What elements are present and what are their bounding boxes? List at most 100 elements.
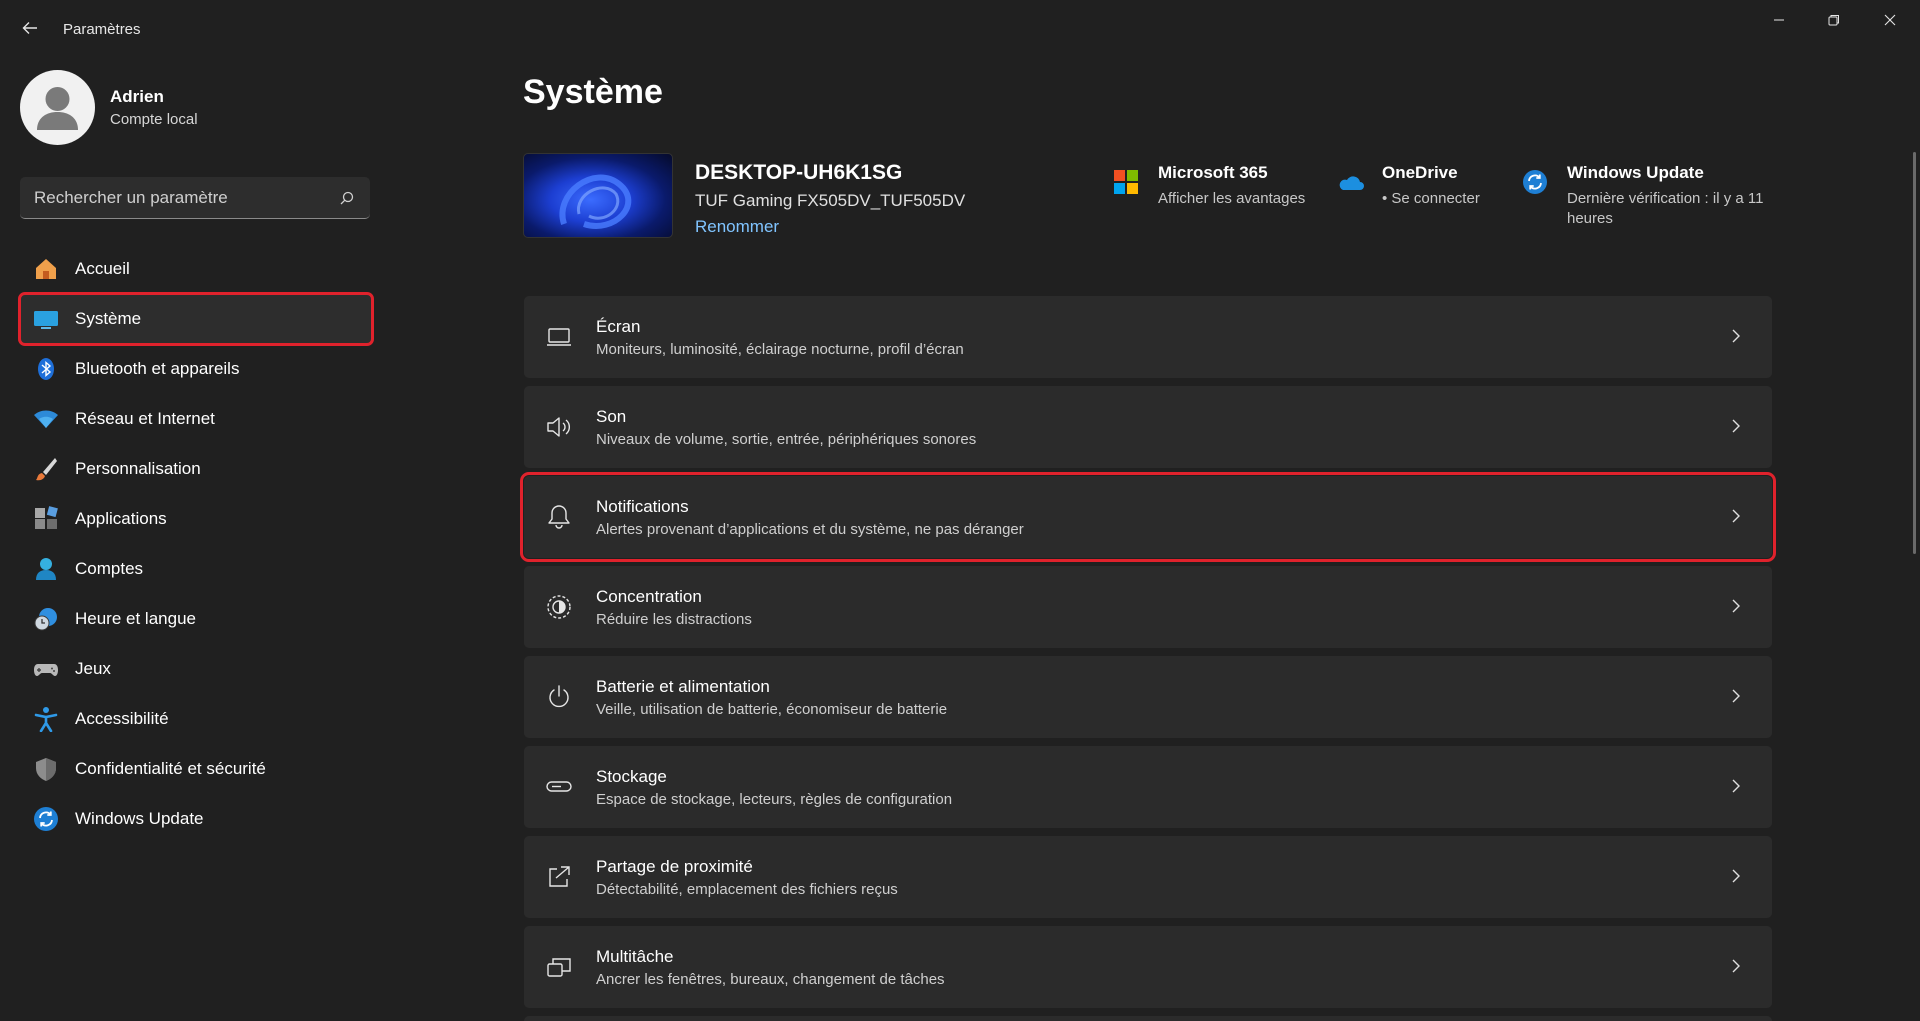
profile-account-type: Compte local	[110, 111, 198, 128]
profile-name: Adrien	[110, 87, 164, 106]
sidebar-item-label: Système	[75, 309, 142, 328]
minimize-button[interactable]	[1751, 0, 1807, 40]
settings-card-stockage[interactable]: Stockage Espace de stockage, lecteurs, r…	[524, 746, 1772, 828]
quick-link-subtitle: Afficher les avantages	[1158, 190, 1306, 207]
sidebar-item-label: Bluetooth et appareils	[75, 359, 240, 378]
card-title: Partage de proximité	[596, 856, 753, 876]
settings-card-multitache[interactable]: Multitâche Ancrer les fenêtres, bureaux,…	[524, 926, 1772, 1008]
sidebar-item-applications[interactable]: Applications	[20, 494, 372, 544]
apps-icon	[32, 505, 60, 533]
settings-card-concentration[interactable]: Concentration Réduire les distractions	[524, 566, 1772, 648]
sidebar-item-comptes[interactable]: Comptes	[20, 544, 372, 594]
restore-button[interactable]	[1806, 0, 1862, 40]
chevron-right-icon	[1726, 956, 1746, 976]
chevron-right-icon	[1726, 866, 1746, 886]
settings-card-batterie[interactable]: Batterie et alimentation Veille, utilisa…	[524, 656, 1772, 738]
device-info: DESKTOP-UH6K1SG TUF Gaming FX505DV_TUF50…	[523, 153, 965, 238]
sidebar-item-bluetooth[interactable]: Bluetooth et appareils	[20, 344, 372, 394]
sidebar-item-systeme[interactable]: Système	[18, 292, 374, 346]
chevron-right-icon	[1726, 596, 1746, 616]
card-title: Stockage	[596, 766, 667, 786]
sidebar-nav: Accueil Système Bluetooth et appareils R…	[18, 244, 374, 844]
card-subtitle: Alertes provenant d’applications et du s…	[596, 520, 1024, 538]
card-title: Multitâche	[596, 946, 674, 966]
sidebar-item-label: Accueil	[75, 259, 130, 278]
settings-card-notifications[interactable]: Notifications Alertes provenant d’applic…	[520, 472, 1776, 562]
search-placeholder: Rechercher un paramètre	[34, 187, 228, 207]
search-input[interactable]: Rechercher un paramètre	[20, 177, 370, 219]
person-icon	[32, 555, 60, 583]
quick-link-title: Microsoft 365	[1158, 163, 1268, 182]
monitor-icon	[32, 305, 60, 333]
card-title: Notifications	[596, 496, 689, 516]
brush-icon	[32, 455, 60, 483]
sidebar-item-accueil[interactable]: Accueil	[20, 244, 372, 294]
card-title: Batterie et alimentation	[596, 676, 770, 696]
sidebar-item-windows-update[interactable]: Windows Update	[20, 794, 372, 844]
quick-link-title: OneDrive	[1382, 163, 1458, 182]
card-subtitle: Espace de stockage, lecteurs, règles de …	[596, 790, 953, 808]
sidebar-item-jeux[interactable]: Jeux	[20, 644, 372, 694]
back-button[interactable]	[16, 14, 44, 42]
sidebar-item-heure-langue[interactable]: Heure et langue	[20, 594, 372, 644]
gamepad-icon	[32, 655, 60, 683]
bell-icon	[544, 502, 574, 532]
card-subtitle: Détectabilité, emplacement des fichiers …	[596, 880, 898, 898]
update-icon	[32, 805, 60, 833]
sidebar-item-label: Applications	[75, 509, 167, 528]
chevron-right-icon	[1726, 416, 1746, 436]
sidebar-item-label: Windows Update	[75, 809, 204, 828]
power-icon	[544, 682, 574, 712]
multitask-icon	[544, 952, 574, 982]
search-icon[interactable]	[338, 189, 356, 207]
device-name: DESKTOP-UH6K1SG	[695, 161, 903, 184]
quick-link-onedrive[interactable]: OneDrive • Se connecter	[1336, 163, 1480, 209]
shield-icon	[32, 755, 60, 783]
card-subtitle: Niveaux de volume, sortie, entrée, périp…	[596, 430, 977, 448]
page-title: Système	[523, 73, 663, 111]
minimize-icon	[1774, 19, 1784, 21]
sidebar-item-confidentialite[interactable]: Confidentialité et sécurité	[20, 744, 372, 794]
sidebar-item-label: Heure et langue	[75, 609, 196, 628]
card-subtitle: Veille, utilisation de batterie, économi…	[596, 700, 948, 718]
sidebar-item-label: Jeux	[75, 659, 111, 678]
settings-list: Écran Moniteurs, luminosité, éclairage n…	[520, 296, 1776, 1021]
sidebar-item-label: Comptes	[75, 559, 144, 578]
card-title: Concentration	[596, 586, 702, 606]
home-icon	[32, 255, 60, 283]
sidebar-item-reseau[interactable]: Réseau et Internet	[20, 394, 372, 444]
storage-icon	[544, 772, 574, 802]
quick-link-microsoft-365[interactable]: Microsoft 365 Afficher les avantages	[1112, 163, 1305, 209]
chevron-right-icon	[1726, 686, 1746, 706]
onedrive-cloud-icon	[1336, 168, 1364, 196]
quick-link-subtitle: • Se connecter	[1382, 190, 1480, 207]
microsoft-logo-icon	[1112, 168, 1140, 196]
bluetooth-icon	[32, 355, 60, 383]
rename-link[interactable]: Renommer	[695, 217, 965, 237]
sidebar-item-label: Personnalisation	[75, 459, 201, 478]
sidebar-item-accessibilite[interactable]: Accessibilité	[20, 694, 372, 744]
close-button[interactable]	[1862, 0, 1918, 40]
card-subtitle: Ancrer les fenêtres, bureaux, changement…	[596, 970, 945, 988]
sidebar-item-personnalisation[interactable]: Personnalisation	[20, 444, 372, 494]
settings-card-partage-proximite[interactable]: Partage de proximité Détectabilité, empl…	[524, 836, 1772, 918]
settings-card-son[interactable]: Son Niveaux de volume, sortie, entrée, p…	[524, 386, 1772, 468]
chevron-right-icon	[1726, 506, 1746, 526]
laptop-icon	[544, 322, 574, 352]
update-icon	[1521, 168, 1549, 196]
focus-icon	[544, 592, 574, 622]
app-title: Paramètres	[63, 21, 141, 38]
settings-card-ecran[interactable]: Écran Moniteurs, luminosité, éclairage n…	[524, 296, 1772, 378]
scrollbar[interactable]	[1913, 152, 1916, 554]
chevron-right-icon	[1726, 776, 1746, 796]
close-icon	[1884, 14, 1896, 26]
quick-link-windows-update[interactable]: Windows Update Dernière vérification : i…	[1521, 163, 1767, 229]
sidebar-item-label: Réseau et Internet	[75, 409, 215, 428]
quick-link-subtitle: Dernière vérification : il y a 11 heures	[1567, 190, 1764, 227]
chevron-right-icon	[1726, 326, 1746, 346]
restore-icon	[1828, 15, 1839, 26]
speaker-icon	[544, 412, 574, 442]
avatar	[20, 70, 95, 145]
wifi-icon	[32, 405, 60, 433]
user-profile[interactable]: Adrien Compte local	[20, 70, 198, 145]
